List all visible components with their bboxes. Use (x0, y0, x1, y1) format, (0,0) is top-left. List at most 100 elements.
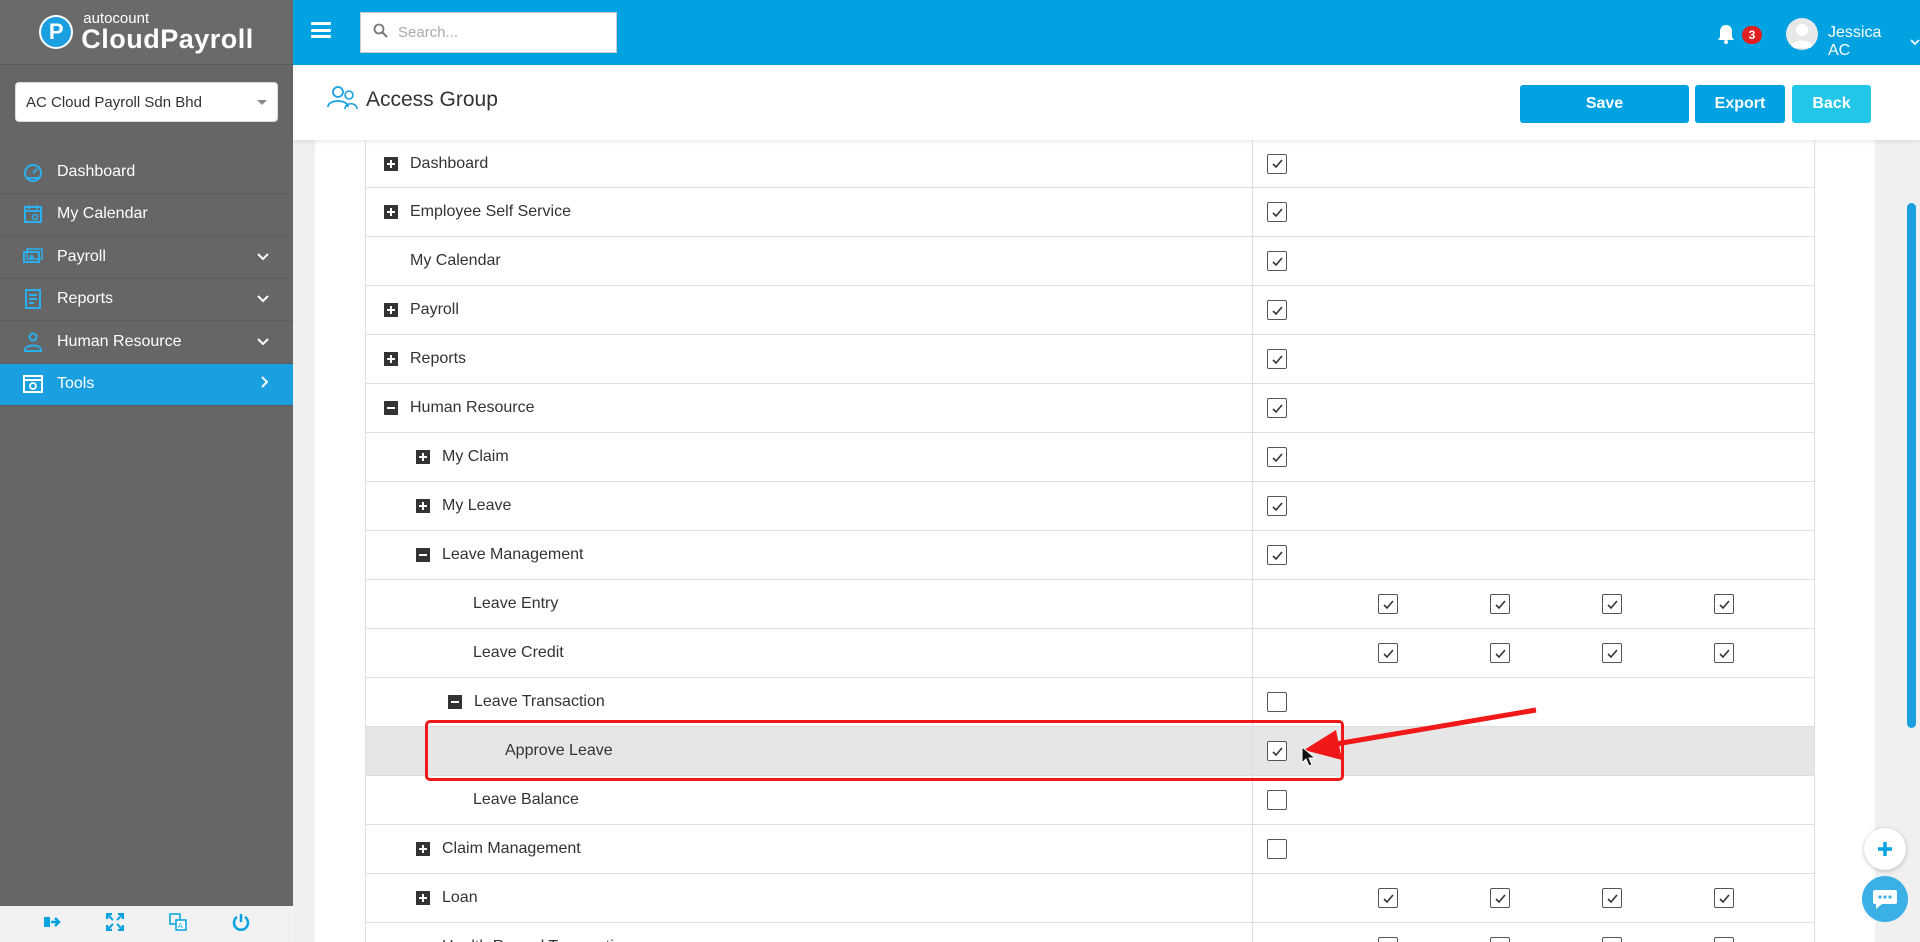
sidebar-item-payroll[interactable]: Payroll (0, 236, 293, 279)
checkbox-unchecked[interactable] (1378, 937, 1398, 942)
sidebar-item-human-resource[interactable]: Human Resource (0, 321, 293, 364)
checkbox-checked[interactable] (1602, 643, 1622, 663)
company-select[interactable]: AC Cloud Payroll Sdn Bhd (15, 82, 278, 122)
checkbox-checked[interactable] (1602, 594, 1622, 614)
expand-plus-icon[interactable] (384, 352, 398, 366)
sidebar-nav: Dashboard My Calendar Payroll Reports Hu… (0, 151, 293, 406)
table-row: Leave Entry (365, 580, 1815, 629)
fullscreen-icon[interactable] (105, 912, 125, 936)
sidebar: P autocount CloudPayroll AC Cloud Payrol… (0, 0, 293, 942)
company-select-value: AC Cloud Payroll Sdn Bhd (26, 93, 202, 111)
expand-plus-icon[interactable] (384, 303, 398, 317)
expand-plus-icon[interactable] (416, 891, 430, 905)
chat-fab-button[interactable] (1862, 876, 1908, 922)
checkbox-checked[interactable] (1267, 349, 1287, 369)
search-input[interactable] (398, 24, 598, 41)
search-box[interactable] (360, 12, 617, 53)
checkbox-checked[interactable] (1714, 594, 1734, 614)
bell-icon[interactable] (1717, 24, 1735, 49)
chevron-down-icon (257, 290, 269, 308)
checkbox-unchecked[interactable] (1267, 839, 1287, 859)
scrollbar-thumb[interactable] (1907, 203, 1916, 728)
expand-plus-icon[interactable] (384, 156, 398, 171)
checkbox-checked[interactable] (1490, 643, 1510, 663)
checkbox-checked[interactable] (1267, 545, 1287, 565)
table-row: Health Record Transaction (365, 923, 1815, 942)
power-icon[interactable] (232, 913, 250, 936)
save-button[interactable]: Save (1520, 85, 1689, 123)
row-label: Dashboard (410, 154, 489, 172)
checkbox-checked[interactable] (1714, 643, 1734, 663)
table-row: Payroll (365, 286, 1815, 335)
table-row: Leave Balance (365, 776, 1815, 825)
checkbox-unchecked[interactable] (1267, 692, 1287, 712)
notification-badge: 3 (1742, 26, 1762, 44)
row-name-cell: Leave Credit (366, 629, 1253, 677)
checkbox-unchecked[interactable] (1490, 937, 1510, 942)
sidebar-item-my-calendar[interactable]: My Calendar (0, 194, 293, 236)
expand-plus-icon[interactable] (384, 205, 398, 219)
table-row: Leave Transaction (365, 678, 1815, 727)
checkbox-unchecked[interactable] (1602, 937, 1622, 942)
expand-plus-icon[interactable] (416, 842, 430, 856)
checkbox-checked[interactable] (1490, 594, 1510, 614)
human-resource-icon (22, 331, 44, 353)
row-name-cell: Dashboard (366, 140, 1253, 187)
brand-logo[interactable]: P autocount CloudPayroll (0, 0, 293, 65)
row-label: Employee Self Service (410, 203, 571, 220)
sidebar-footer: A (0, 906, 293, 942)
checkbox-checked[interactable] (1267, 398, 1287, 418)
checkbox-unchecked[interactable] (1714, 937, 1734, 942)
collapse-minus-icon[interactable] (384, 401, 398, 415)
expand-plus-icon[interactable] (416, 499, 430, 513)
checkbox-checked[interactable] (1267, 741, 1287, 761)
checkbox-checked[interactable] (1267, 153, 1287, 174)
brand-big: CloudPayroll (81, 24, 254, 54)
row-name-cell: Payroll (366, 286, 1253, 334)
sidebar-item-dashboard[interactable]: Dashboard (0, 151, 293, 194)
expand-plus-icon[interactable] (416, 450, 430, 464)
row-label: Leave Management (442, 546, 584, 563)
topbar: 3 Jessica AC (293, 0, 1920, 65)
checkbox-checked[interactable] (1602, 888, 1622, 908)
sidebar-item-label: Reports (57, 290, 114, 308)
chevron-right-icon (261, 375, 269, 393)
translate-icon[interactable]: A (169, 912, 187, 936)
logout-icon[interactable] (43, 914, 61, 935)
scrollbar[interactable] (1903, 140, 1920, 942)
row-name-cell: Human Resource (366, 384, 1253, 432)
sidebar-item-reports[interactable]: Reports (0, 279, 293, 321)
checkbox-checked[interactable] (1267, 300, 1287, 320)
table-row: Reports (365, 335, 1815, 384)
row-name-cell: My Calendar (366, 237, 1253, 285)
export-button[interactable]: Export (1695, 85, 1785, 123)
checkbox-unchecked[interactable] (1267, 790, 1287, 810)
checkbox-checked[interactable] (1267, 202, 1287, 222)
checkbox-checked[interactable] (1378, 888, 1398, 908)
checkbox-checked[interactable] (1378, 643, 1398, 663)
checkbox-checked[interactable] (1267, 496, 1287, 516)
row-name-cell: Leave Balance (366, 776, 1253, 824)
row-label: Loan (442, 889, 478, 906)
user-menu[interactable]: Jessica AC (1828, 24, 1920, 60)
back-button[interactable]: Back (1792, 85, 1871, 123)
tools-icon (22, 373, 44, 395)
checkbox-checked[interactable] (1378, 594, 1398, 614)
checkbox-checked[interactable] (1267, 251, 1287, 271)
checkbox-checked[interactable] (1267, 447, 1287, 467)
add-fab-button[interactable] (1864, 828, 1906, 870)
checkbox-checked[interactable] (1714, 888, 1734, 908)
row-label: Leave Credit (473, 644, 564, 661)
menu-toggle-icon[interactable] (311, 22, 331, 38)
payroll-icon (22, 246, 44, 268)
sidebar-item-tools[interactable]: Tools (0, 363, 293, 406)
sidebar-item-label: Human Resource (57, 332, 182, 350)
sidebar-item-label: My Calendar (57, 205, 148, 223)
avatar[interactable] (1786, 18, 1818, 50)
table-row: My Calendar (365, 237, 1815, 286)
collapse-minus-icon[interactable] (448, 695, 462, 709)
row-label: My Calendar (410, 252, 501, 269)
collapse-minus-icon[interactable] (416, 548, 430, 562)
checkbox-checked[interactable] (1490, 888, 1510, 908)
page-title: Access Group (366, 88, 498, 111)
